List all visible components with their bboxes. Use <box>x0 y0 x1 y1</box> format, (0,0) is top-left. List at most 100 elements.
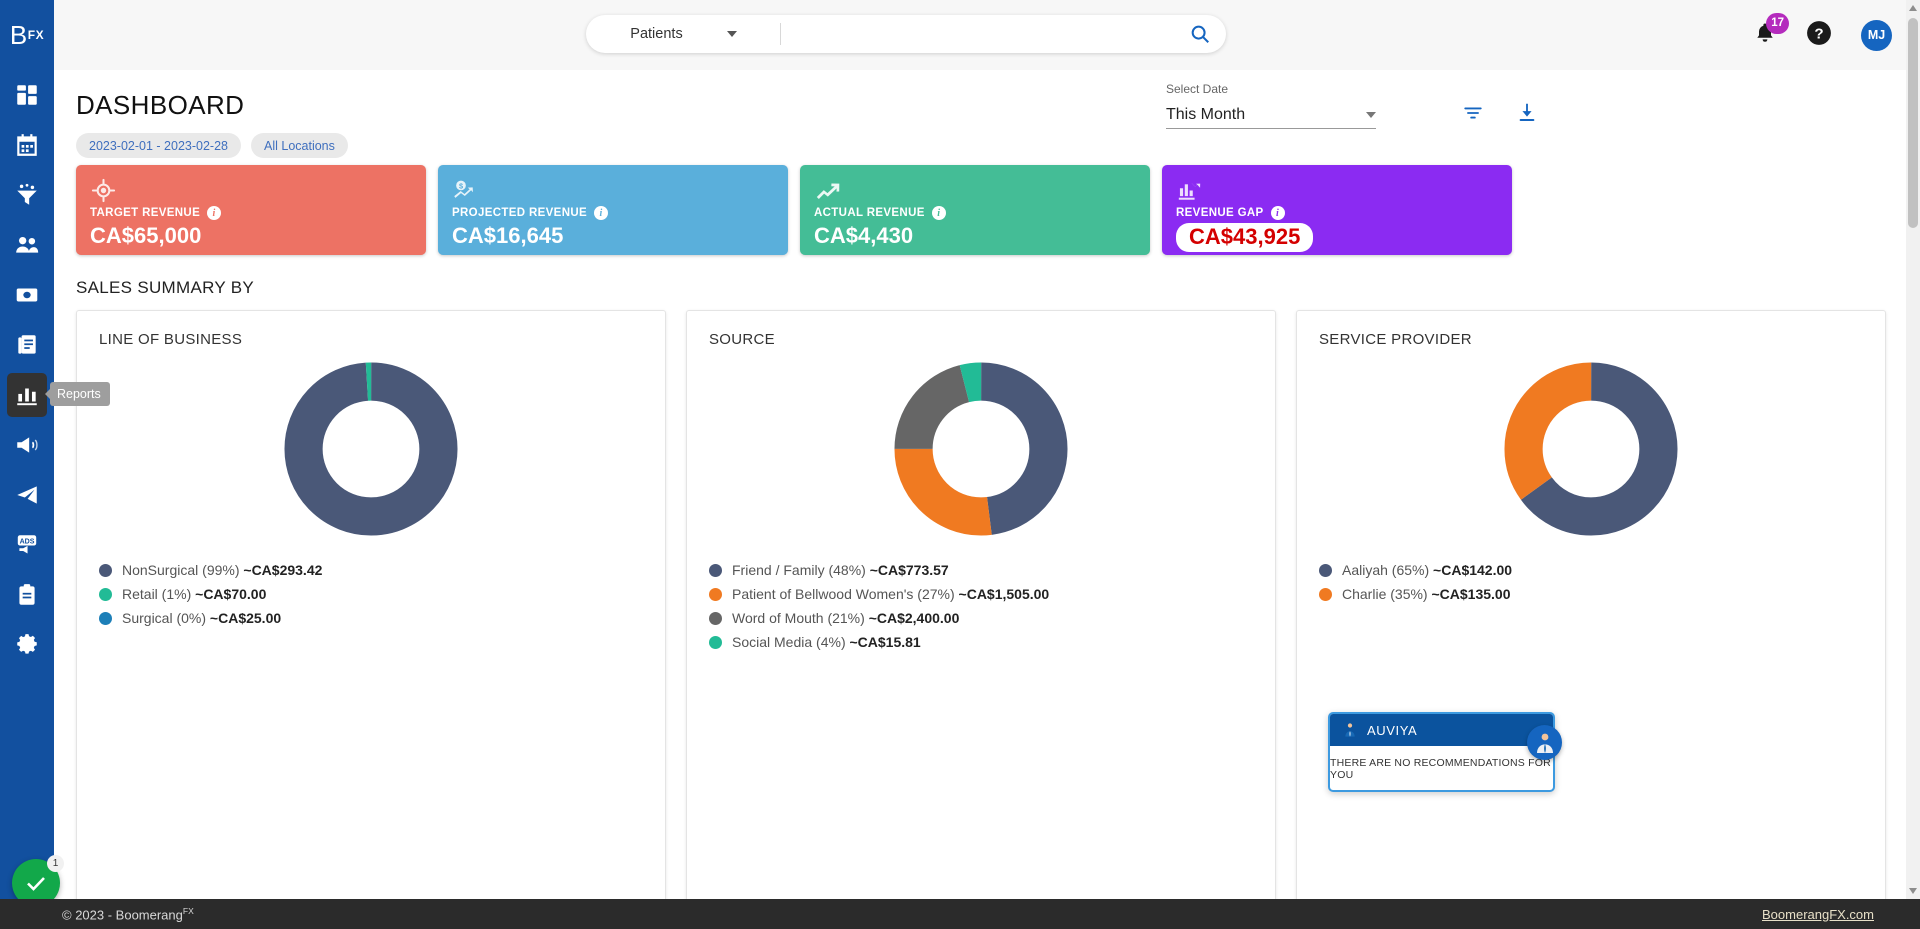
legend-amount: ~CA$293.42 <box>243 562 323 578</box>
panel-source: SOURCE Friend / Family (48%) ~CA$773.57 P… <box>686 310 1276 910</box>
chevron-down-icon <box>1909 888 1917 894</box>
legend-item[interactable]: Patient of Bellwood Women's (27%) ~CA$1,… <box>709 586 1253 602</box>
donut-svg <box>894 362 1068 536</box>
download-button[interactable] <box>1516 100 1538 129</box>
legend-text: Word of Mouth (21%) ~CA$2,400.00 <box>732 610 959 626</box>
funnel-icon <box>17 183 37 205</box>
svg-text:$: $ <box>459 182 463 191</box>
sidebar-item-payments[interactable] <box>0 270 54 320</box>
sidebar-item-settings[interactable] <box>0 620 54 670</box>
legend-item[interactable]: Friend / Family (48%) ~CA$773.57 <box>709 562 1253 578</box>
sidebar-item-calendar[interactable] <box>0 120 54 170</box>
search-button[interactable] <box>1174 15 1226 53</box>
legend-label: Word of Mouth (21%) <box>732 610 869 626</box>
megaphone-icon <box>17 437 38 453</box>
money-icon <box>16 288 38 302</box>
people-icon <box>16 236 39 253</box>
page-title: DASHBOARD <box>76 90 245 120</box>
legend-text: Social Media (4%) ~CA$15.81 <box>732 634 921 650</box>
download-icon <box>1519 103 1535 121</box>
kpi-card-revenue-gap: REVENUE GAP i CA$43,925 <box>1162 165 1512 255</box>
kpi-value: CA$16,645 <box>452 223 564 248</box>
legend-label: Aaliyah (65%) <box>1342 562 1434 578</box>
target-icon <box>90 177 412 203</box>
scroll-up-button[interactable] <box>1906 0 1920 16</box>
info-icon[interactable]: i <box>931 206 946 220</box>
documents-icon <box>18 335 36 354</box>
copyright-text: © 2023 - Boomerang <box>62 907 183 923</box>
help-button[interactable]: ? <box>1806 20 1832 51</box>
legend-color-dot <box>1319 587 1332 601</box>
filter-chips: 2023-02-01 - 2023-02-28 All Locations <box>76 133 348 158</box>
kpi-label: TARGET REVENUE <box>90 207 201 219</box>
calendar-icon <box>17 134 37 156</box>
copyright: © 2023 - BoomerangFX <box>62 906 194 922</box>
date-selector: Select Date This Month <box>1166 82 1376 129</box>
legend-color-dot <box>709 587 722 601</box>
bar-chart-icon <box>17 388 37 406</box>
paper-plane-icon <box>17 486 37 504</box>
chevron-down-icon <box>1366 112 1376 118</box>
page-content: DASHBOARD 2023-02-01 - 2023-02-28 All Lo… <box>54 70 1920 929</box>
app-logo[interactable]: B FX <box>0 0 54 70</box>
legend-item[interactable]: Social Media (4%) ~CA$15.81 <box>709 634 1253 650</box>
kpi-card-projected-revenue: $ PROJECTED REVENUE i CA$16,645 <box>438 165 788 255</box>
scroll-down-button[interactable] <box>1906 883 1920 899</box>
legend-text: NonSurgical (99%) ~CA$293.42 <box>122 562 322 578</box>
sidebar-item-reports[interactable]: Reports <box>0 370 110 420</box>
website-link[interactable]: BoomerangFX.com <box>1762 907 1874 922</box>
legend-text: Patient of Bellwood Women's (27%) ~CA$1,… <box>732 586 1049 602</box>
date-selector-label: Select Date <box>1166 82 1229 96</box>
legend-item[interactable]: Surgical (0%) ~CA$25.00 <box>99 610 643 626</box>
search-icon <box>1191 25 1209 43</box>
donut-chart-line-of-business <box>99 360 643 540</box>
auviya-title: AUVIYA <box>1367 722 1418 738</box>
kpi-label: REVENUE GAP <box>1176 207 1264 219</box>
panel-title: SOURCE <box>709 331 775 348</box>
avatar[interactable]: MJ <box>1861 19 1892 51</box>
kpi-label: ACTUAL REVENUE <box>814 207 925 219</box>
legend-item[interactable]: NonSurgical (99%) ~CA$293.42 <box>99 562 643 578</box>
info-icon[interactable]: i <box>207 206 222 220</box>
bar-decline-icon <box>1176 177 1498 203</box>
chip-locations[interactable]: All Locations <box>251 133 348 158</box>
legend-label: NonSurgical (99%) <box>122 562 244 578</box>
legend-amount: ~CA$773.57 <box>869 562 949 578</box>
sidebar-item-campaigns[interactable] <box>0 470 54 520</box>
legend-item[interactable]: Word of Mouth (21%) ~CA$2,400.00 <box>709 610 1253 626</box>
chart-legend: Friend / Family (48%) ~CA$773.57 Patient … <box>709 562 1253 650</box>
legend-item[interactable]: Retail (1%) ~CA$70.00 <box>99 586 643 602</box>
date-selector-field[interactable]: This Month <box>1166 102 1376 129</box>
sidebar-item-ads[interactable]: ADS <box>0 520 54 570</box>
legend-item[interactable]: Aaliyah (65%) ~CA$142.00 <box>1319 562 1863 578</box>
sidebar-item-dashboard[interactable] <box>0 70 54 120</box>
filter-button[interactable] <box>1462 102 1484 129</box>
sidebar-item-patients[interactable] <box>0 220 54 270</box>
info-icon[interactable]: i <box>594 206 609 220</box>
chip-date-range[interactable]: 2023-02-01 - 2023-02-28 <box>76 133 241 158</box>
donut-svg <box>1504 362 1678 536</box>
global-search: Patients <box>586 15 1226 53</box>
search-input[interactable] <box>781 16 1174 52</box>
tasks-badge: 1 <box>47 855 64 872</box>
kpi-card-actual-revenue: ACTUAL REVENUE i CA$4,430 <box>800 165 1150 255</box>
sidebar-item-leads[interactable] <box>0 170 54 220</box>
scrollbar-thumb[interactable] <box>1908 18 1918 228</box>
notifications-button[interactable]: 17 <box>1753 12 1789 50</box>
search-scope-select[interactable]: Patients <box>586 15 781 53</box>
vertical-scrollbar[interactable] <box>1906 0 1920 899</box>
legend-label: Surgical (0%) <box>122 610 210 626</box>
gear-icon <box>17 634 37 654</box>
info-icon[interactable]: i <box>1270 206 1285 220</box>
date-selector-value: This Month <box>1166 106 1246 123</box>
sidebar-item-documents[interactable] <box>0 320 54 370</box>
legend-amount: ~CA$2,400.00 <box>868 610 960 626</box>
kpi-label: PROJECTED REVENUE <box>452 207 588 219</box>
sidebar-item-marketing[interactable] <box>0 420 54 470</box>
legend-text: Friend / Family (48%) ~CA$773.57 <box>732 562 949 578</box>
legend-item[interactable]: Charlie (35%) ~CA$135.00 <box>1319 586 1863 602</box>
legend-label: Retail (1%) <box>122 586 196 602</box>
sidebar-item-inventory[interactable] <box>0 570 54 620</box>
copyright-superscript: FX <box>182 905 194 916</box>
chat-assistant-button[interactable] <box>1527 725 1562 760</box>
